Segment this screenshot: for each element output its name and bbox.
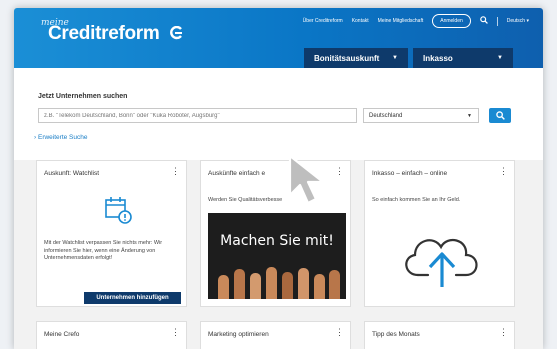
nav-link-membership[interactable]: Meine Mitgliedschaft: [378, 18, 424, 24]
browser-page: meine Creditreform Über Creditreform Kon…: [14, 8, 543, 349]
promo-image-text: Machen Sie mit!: [220, 233, 334, 249]
advanced-search-label: Erweiterte Suche: [37, 134, 88, 141]
chevron-down-icon: ▼: [497, 55, 503, 61]
thumbs-up-icon: [218, 275, 229, 299]
nav-separator: [496, 16, 498, 26]
promo-image[interactable]: Machen Sie mit!: [208, 213, 346, 299]
thumbs-up-icon: [250, 273, 261, 299]
chevron-down-icon: ▼: [392, 55, 398, 61]
mouse-cursor-icon: [288, 154, 325, 205]
thumbs-up-icon: [329, 270, 340, 299]
card-title: Inkasso – einfach – online: [372, 170, 448, 177]
kebab-menu-icon[interactable]: ⋮: [171, 167, 180, 176]
country-select-value: Deutschland: [369, 113, 403, 119]
country-select[interactable]: Deutschland ▼: [363, 108, 479, 123]
card-tipp-des-monats: Tipp des Monats ⋮: [364, 321, 515, 349]
logo-mark-icon: [170, 26, 182, 40]
chevron-down-icon: ▼: [467, 113, 472, 119]
card-title: Auskünfte einfach e: [208, 170, 266, 177]
top-navigation: Über Creditreform Kontakt Meine Mitglied…: [303, 14, 529, 28]
nav-link-contact[interactable]: Kontakt: [352, 18, 369, 24]
search-title: Jetzt Unternehmen suchen: [38, 93, 128, 100]
search-icon: [495, 111, 505, 120]
search-icon[interactable]: [479, 16, 488, 26]
advanced-search-link[interactable]: › Erweiterte Suche: [34, 134, 87, 141]
logo-prefix: meine: [41, 18, 69, 28]
tab-label: Inkasso: [423, 53, 453, 63]
card-text: So einfach kommen Sie an Ihr Geld.: [372, 197, 461, 203]
kebab-menu-icon[interactable]: ⋮: [335, 328, 344, 337]
thumbs-up-icon: [266, 267, 277, 299]
kebab-menu-icon[interactable]: ⋮: [499, 167, 508, 176]
calendar-alert-icon: [105, 197, 132, 224]
cloud-upload-icon: [405, 238, 478, 287]
thumbs-up-icon: [282, 272, 293, 299]
nav-link-about[interactable]: Über Creditreform: [303, 18, 343, 24]
tab-bonitaetsauskunft[interactable]: Bonitätsauskunft ▼: [304, 48, 408, 68]
search-button[interactable]: [489, 108, 511, 123]
thumbs-up-icon: [234, 269, 245, 299]
thumbs-up-icon: [314, 274, 325, 299]
card-title: Marketing optimieren: [208, 331, 269, 338]
card-title: Meine Crefo: [44, 331, 80, 338]
card-title: Auskunft: Watchlist: [44, 170, 100, 177]
card-title: Tipp des Monats: [372, 331, 420, 338]
card-meine-crefo: Meine Crefo ⋮: [36, 321, 187, 349]
login-button[interactable]: Anmelden: [432, 14, 471, 28]
card-inkasso: Inkasso – einfach – online ⋮ So einfach …: [364, 160, 515, 307]
company-search-panel: Jetzt Unternehmen suchen Deutschland ▼ ›…: [14, 68, 543, 160]
card-text: Mit der Watchlist verpassen Sie nichts m…: [44, 240, 163, 261]
chevron-right-icon: ›: [34, 134, 37, 141]
tab-label: Bonitätsauskunft: [314, 53, 380, 63]
thumbs-up-icon: [298, 268, 309, 299]
creditreform-logo[interactable]: meine Creditreform: [41, 18, 183, 45]
kebab-menu-icon[interactable]: ⋮: [499, 328, 508, 337]
company-search-input[interactable]: [38, 108, 357, 123]
add-company-button[interactable]: Unternehmen hinzufügen: [84, 292, 181, 304]
kebab-menu-icon[interactable]: ⋮: [171, 328, 180, 337]
card-marketing: Marketing optimieren ⋮: [200, 321, 351, 349]
tab-inkasso[interactable]: Inkasso ▼: [413, 48, 513, 68]
site-header: meine Creditreform Über Creditreform Kon…: [14, 8, 543, 68]
language-selector[interactable]: Deutsch ▾: [507, 18, 529, 24]
card-watchlist: Auskunft: Watchlist ⋮ Mit der Watchlist …: [36, 160, 187, 307]
